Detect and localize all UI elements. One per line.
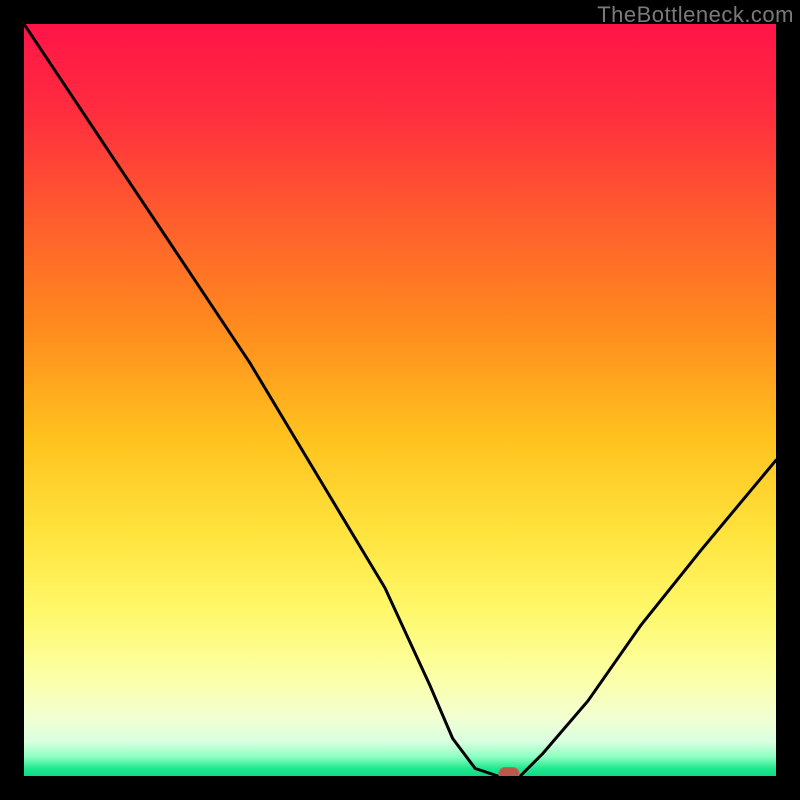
watermark-text: TheBottleneck.com (597, 2, 794, 28)
plot-area (24, 24, 776, 776)
plot-svg (24, 24, 776, 776)
chart-frame: TheBottleneck.com (0, 0, 800, 800)
gradient-background (24, 24, 776, 776)
optimal-marker (499, 768, 519, 777)
